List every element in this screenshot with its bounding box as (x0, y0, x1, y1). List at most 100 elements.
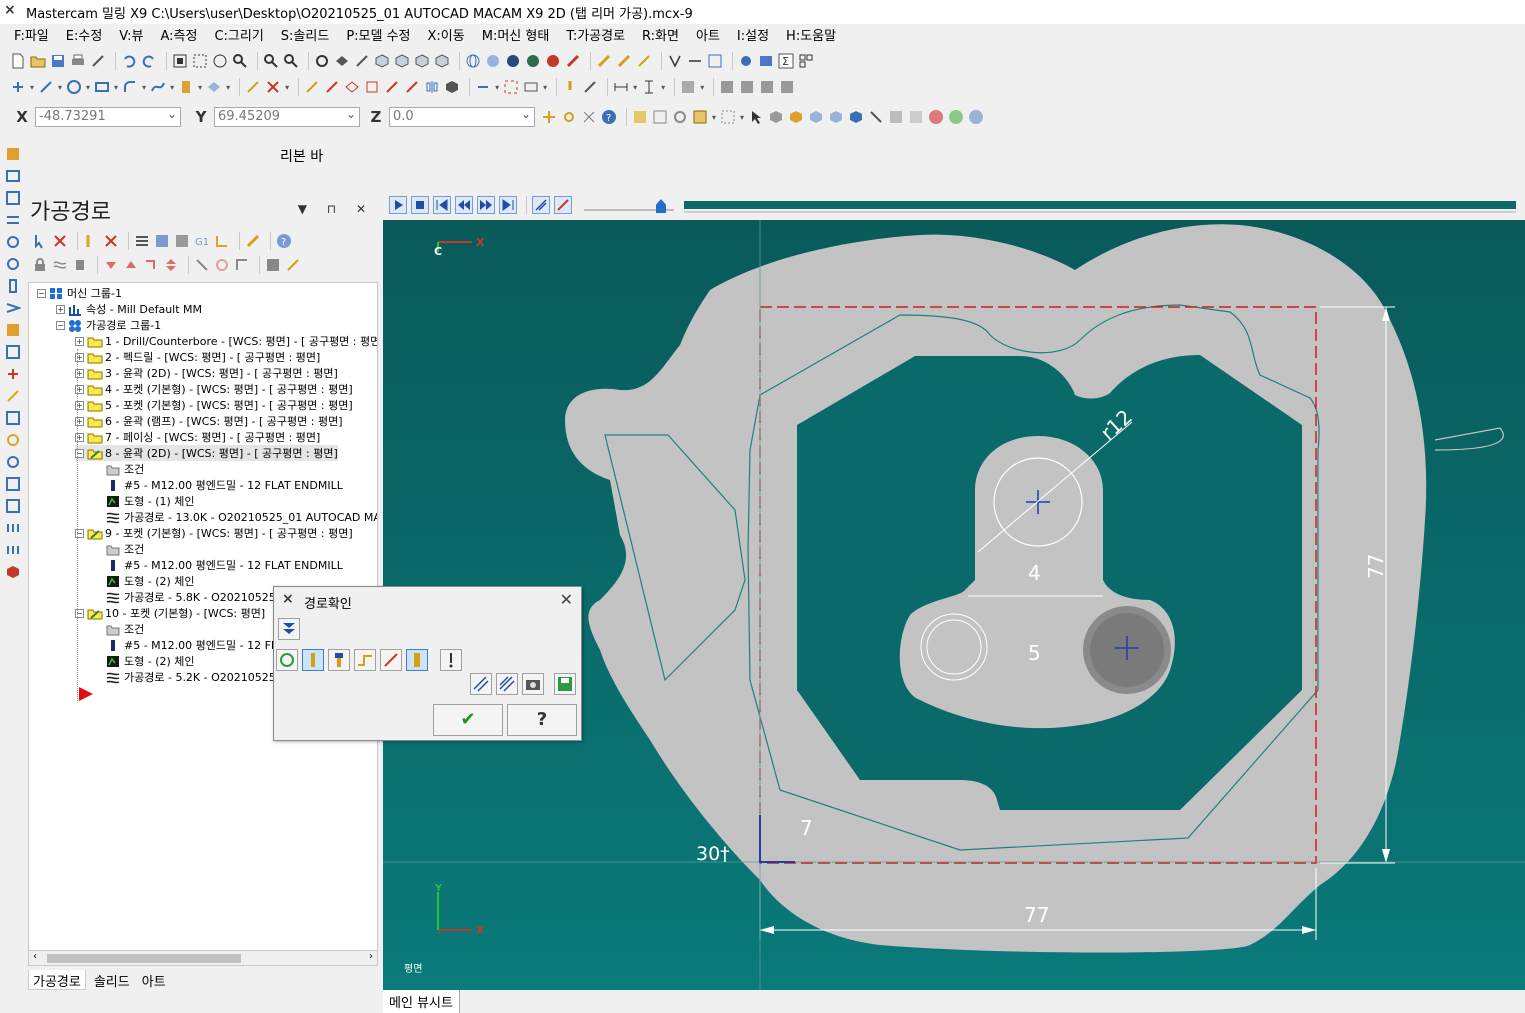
solid-4-icon[interactable] (848, 109, 864, 125)
y-coord-field[interactable]: 69.45209 (214, 105, 360, 127)
tree-row[interactable]: 조건 (94, 621, 144, 637)
shade-edge-icon[interactable] (525, 53, 541, 69)
select-dirty-icon[interactable] (83, 233, 99, 249)
offset-icon[interactable] (475, 79, 491, 95)
unzoom-prev-icon[interactable] (263, 53, 279, 69)
dim-vertical-icon[interactable] (641, 79, 657, 95)
info-button[interactable] (440, 649, 462, 671)
filter-icon[interactable] (265, 257, 281, 273)
select-all-ops-icon[interactable] (32, 233, 48, 249)
hatch-icon[interactable] (680, 79, 696, 95)
tree-row[interactable]: +3 - 윤곽 (2D) - [WCS: 평면] - [ 공구평면 : 평면] (75, 365, 338, 381)
save-geometry-button[interactable] (554, 673, 576, 695)
rotate-xform-icon[interactable] (444, 79, 460, 95)
chain-icon[interactable] (582, 79, 598, 95)
menu-analyze[interactable]: A:측정 (160, 25, 197, 44)
trim-icon[interactable] (245, 79, 261, 95)
display-path-button[interactable] (276, 649, 298, 671)
line-icon[interactable] (38, 79, 54, 95)
tab-toolpaths[interactable]: 가공경로 (28, 970, 86, 990)
tree-row[interactable]: #5 - M12.00 평엔드밀 - 12 FLAT ENDMILL (94, 557, 343, 573)
op-2-icon[interactable] (739, 79, 755, 95)
solid-3-icon[interactable] (828, 109, 844, 125)
left-tool-10-icon[interactable] (5, 344, 21, 360)
dynamic-rotate-icon[interactable] (334, 53, 350, 69)
tree-row[interactable]: +2 - 펙드릴 - [WCS: 평면] - [ 공구평면 : 평면] (75, 349, 320, 365)
distance-icon[interactable] (687, 53, 703, 69)
tree-row[interactable]: + 속성 - Mill Default MM (56, 301, 202, 317)
tree-row[interactable]: 도형 - (2) 체인 (94, 573, 195, 589)
wand-icon[interactable] (636, 53, 652, 69)
view-front-icon[interactable] (414, 53, 430, 69)
panel-controls[interactable]: ▼ ⊓ ✕ (298, 202, 374, 216)
insert-arrow-icon[interactable] (163, 257, 179, 273)
left-tool-19-icon[interactable] (5, 542, 21, 558)
dialog-help-button[interactable]: ? (507, 704, 577, 736)
xform-5-icon[interactable] (384, 79, 400, 95)
speed-slider[interactable] (584, 195, 684, 215)
help-disabled-icon[interactable] (968, 109, 984, 125)
path-option-2-button[interactable] (496, 673, 518, 695)
left-tool-18-icon[interactable] (5, 520, 21, 536)
tree-row[interactable]: +4 - 포켓 (기본형) - [WCS: 평면] - [ 공구평면 : 평면] (75, 381, 353, 397)
snap-cancel-icon[interactable] (581, 109, 597, 125)
xform-6-icon[interactable] (404, 79, 420, 95)
tool-display-icon[interactable] (285, 257, 301, 273)
left-tool-8-icon[interactable] (5, 300, 23, 316)
tree-row[interactable]: −9 - 포켓 (기본형) - [WCS: 평면] - [ 공구평면 : 평면] (75, 525, 353, 541)
screenshot-button[interactable] (522, 673, 544, 695)
playback-progress[interactable] (684, 195, 1516, 215)
tree-row[interactable]: +7 - 페이싱 - [WCS: 평면] - [ 공구평면 : 평면] (75, 429, 320, 445)
ok-button[interactable]: ✔ (433, 704, 503, 736)
left-tool-4-icon[interactable] (5, 212, 21, 228)
analyze-point-icon[interactable] (562, 79, 578, 95)
display-rapid-button[interactable] (354, 649, 376, 671)
gear-settings-icon[interactable] (738, 53, 754, 69)
collapse-node-icon[interactable]: − (56, 320, 65, 330)
delete-icon[interactable] (265, 79, 281, 95)
verify-icon[interactable] (154, 233, 170, 249)
menu-edit[interactable]: E:수정 (66, 25, 103, 44)
tree-row[interactable]: − 머신 그룹-1 (37, 285, 122, 301)
save-icon[interactable] (50, 53, 66, 69)
left-tool-13-icon[interactable] (5, 410, 21, 426)
menu-file[interactable]: F:파일 (14, 25, 49, 44)
collapse-node-icon[interactable]: − (37, 288, 46, 298)
dimension-icon[interactable] (206, 79, 222, 95)
deselect-ops-icon[interactable] (52, 233, 68, 249)
menu-create[interactable]: C:그리기 (214, 25, 263, 44)
menu-xform[interactable]: X:이동 (428, 25, 465, 44)
tree-row[interactable]: 가공경로 - 5.2K - O20210525_ (94, 669, 281, 685)
menu-settings[interactable]: I:설정 (737, 25, 769, 44)
stop-icon[interactable] (928, 109, 944, 125)
left-tool-14-icon[interactable] (5, 432, 21, 448)
analyze-icon[interactable] (667, 53, 683, 69)
display-tool-button[interactable] (302, 649, 324, 671)
move-down-icon[interactable] (103, 257, 119, 273)
view-iso-icon[interactable] (374, 53, 390, 69)
menu-help[interactable]: H:도움말 (786, 25, 836, 44)
tree-row[interactable]: #5 - M12.00 평엔드밀 - 12 FL (94, 637, 277, 653)
sigma-icon[interactable]: Σ (778, 53, 794, 69)
op-1-icon[interactable] (719, 79, 735, 95)
display-entity-button[interactable] (380, 649, 402, 671)
fillet-icon[interactable] (122, 79, 138, 95)
tab-solids[interactable]: 솔리드 (90, 970, 134, 990)
tree-row[interactable]: 도형 - (2) 체인 (94, 653, 195, 669)
only-selected-icon[interactable] (234, 257, 250, 273)
expand-node-icon[interactable]: + (75, 336, 84, 346)
new-file-icon[interactable] (10, 53, 26, 69)
disabled-1-icon[interactable] (888, 109, 904, 125)
sphere-shaded-icon[interactable] (485, 53, 501, 69)
tree-row[interactable]: 조건 (94, 461, 144, 477)
solid-1-icon[interactable] (788, 109, 804, 125)
collapse-icon[interactable] (214, 257, 230, 273)
tree-row[interactable]: 가공경로 - 5.8K - O20210525_ (94, 589, 281, 605)
redo-icon[interactable] (141, 53, 157, 69)
go-end-icon[interactable] (499, 196, 517, 214)
left-tool-12-icon[interactable] (5, 388, 21, 404)
sphere-wire-icon[interactable] (465, 53, 481, 69)
snap-icon[interactable] (561, 109, 577, 125)
play-icon[interactable] (389, 196, 407, 214)
g1-icon[interactable]: G1 (194, 233, 210, 249)
